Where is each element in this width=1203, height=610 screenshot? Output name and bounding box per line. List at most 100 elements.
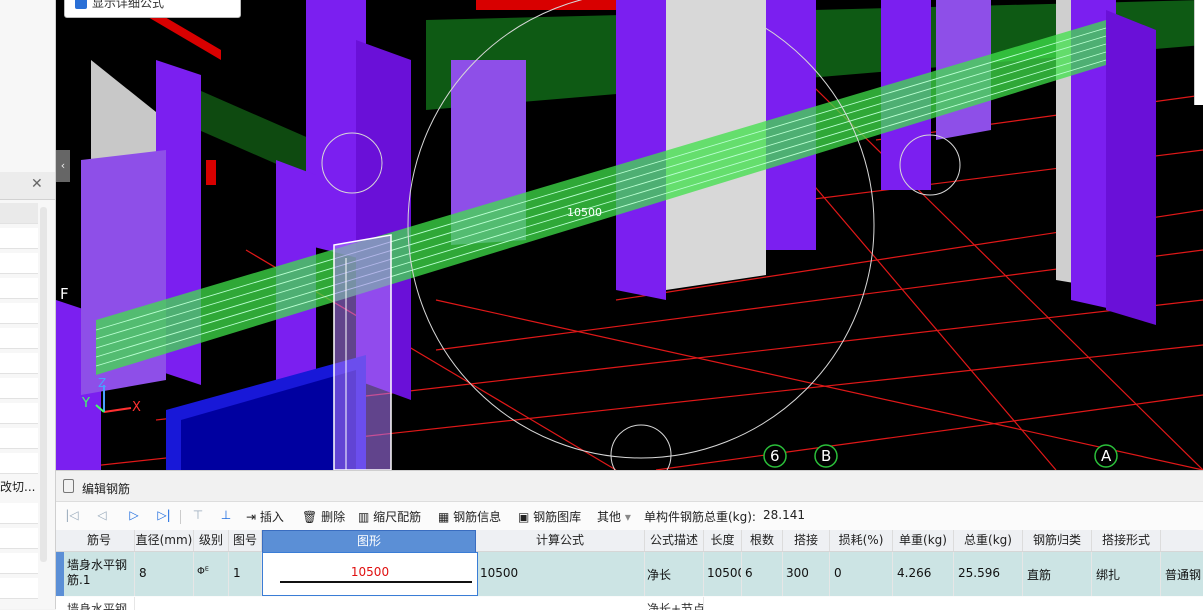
rebar-info-button[interactable]: ▦ 钢筋信息 (438, 508, 501, 525)
scrollbar[interactable] (40, 207, 47, 562)
left-side-panel: ✕ 改切... (0, 0, 56, 609)
col-bar-no[interactable]: 筋号 (64, 530, 135, 551)
list-item[interactable] (0, 253, 38, 274)
rebar-editor-panel: 编辑钢筋 |◁ ◁ ▷ ▷| ⊤ ⊥ ⇥ 插入 🗑 删除 ▥ 缩尺配筋 ▦ 钢筋… (56, 470, 1203, 610)
total-weight-label: 单构件钢筋总重(kg): (644, 510, 756, 524)
cell-lap[interactable]: 300 (783, 552, 830, 596)
next-record-icon[interactable]: ▷ (126, 507, 142, 523)
grid-label-b: B (821, 447, 832, 465)
cell-bar-no[interactable]: 墙身水平钢筋.1 (64, 552, 135, 596)
cell-description[interactable]: 净长 (645, 552, 704, 596)
cell-figure-no-text: 1 (233, 566, 241, 580)
col-lap[interactable]: 搭接 (783, 530, 830, 551)
other-dropdown[interactable]: 其他 ▾ (597, 508, 631, 525)
col-diameter[interactable]: 直径(mm) (135, 530, 194, 551)
col-figure-no[interactable]: 图号 (229, 530, 262, 551)
last-record-icon[interactable]: ▷| (156, 507, 172, 523)
dimension-label: 10500 (567, 206, 602, 219)
grid-label-f: F (60, 285, 69, 303)
cell-bar-no-text: 墙身水平钢筋.1 (67, 558, 128, 587)
col-formula[interactable]: 计算公式 (476, 530, 645, 551)
cell-extra[interactable]: 普通钢 (1161, 552, 1203, 596)
table-row[interactable]: 墙身水平钢筋.1 8 Φᴱ 1 10500 10500 净长 10500 6 3… (56, 552, 1203, 596)
3d-viewport[interactable]: 10500 显示详细公式 ‹ X Y Z 6 B A F (56, 0, 1203, 470)
list-item[interactable] (0, 453, 38, 474)
rebar-table: 筋号 直径(mm) 级别 图号 图形 计算公式 公式描述 长度 根数 搭接 损耗… (56, 530, 1203, 610)
cell-grade[interactable]: Φᴱ (194, 552, 229, 596)
lock-icon[interactable] (63, 479, 74, 493)
cell-formula-text: 10500 (480, 566, 519, 580)
col-loss[interactable]: 损耗(%) (830, 530, 893, 551)
chevron-down-icon: ▾ (624, 510, 631, 524)
col-grade[interactable]: 级别 (194, 530, 229, 551)
col-count[interactable]: 根数 (742, 530, 783, 551)
cell-bar-no[interactable]: 墙身水平钢 (64, 597, 135, 610)
scale-rebar-button[interactable]: ▥ 缩尺配筋 (358, 508, 421, 525)
list-item[interactable] (0, 428, 38, 449)
cell-unit-weight[interactable]: 4.266 (893, 552, 954, 596)
show-formula-checkbox[interactable] (75, 0, 87, 9)
grid-label-a: A (1101, 447, 1112, 465)
col-total-weight[interactable]: 总重(kg) (954, 530, 1023, 551)
cell-diameter[interactable]: 8 (135, 552, 194, 596)
list-item[interactable] (0, 228, 38, 249)
list-item[interactable] (0, 353, 38, 374)
cell-length-text: 10500 (707, 566, 742, 580)
list-item[interactable] (0, 553, 38, 574)
table-row[interactable]: 墙身水平钢 净长+节点 (56, 597, 1203, 610)
list-item[interactable] (0, 203, 38, 224)
cell-shape[interactable]: 10500 (262, 552, 478, 596)
cell-description[interactable]: 净长+节点 (645, 597, 704, 610)
list-item[interactable] (0, 303, 38, 324)
cell-category[interactable]: 直筋 (1023, 552, 1092, 596)
cell-loss[interactable]: 0 (830, 552, 893, 596)
close-icon[interactable]: ✕ (31, 176, 43, 192)
delete-label: 删除 (321, 510, 346, 524)
col-category[interactable]: 钢筋归类 (1023, 530, 1092, 551)
rebar-info-label: 钢筋信息 (453, 510, 502, 524)
formula-popup: 显示详细公式 (64, 0, 241, 18)
col-unit-weight[interactable]: 单重(kg) (893, 530, 954, 551)
cell-total-weight[interactable]: 25.596 (954, 552, 1023, 596)
left-panel-header: ✕ (0, 172, 55, 200)
insert-button[interactable]: ⇥ 插入 (246, 508, 284, 525)
list-item[interactable] (0, 528, 38, 549)
cell-count[interactable]: 6 (742, 552, 783, 596)
cell-length[interactable]: 10500 (704, 552, 742, 596)
editor-title-bar: 编辑钢筋 (56, 471, 1203, 502)
col-length[interactable]: 长度 (704, 530, 742, 551)
image-icon: ▣ (518, 510, 530, 524)
cell-lap-type[interactable]: 绑扎 (1092, 552, 1161, 596)
cell-count-text: 6 (745, 566, 753, 580)
cell-formula[interactable]: 10500 (476, 552, 645, 596)
move-up-icon[interactable]: ⊤ (190, 507, 206, 523)
col-shape[interactable]: 图形 (262, 530, 476, 553)
cell-figure-no[interactable]: 1 (229, 552, 262, 596)
grid-label-6: 6 (770, 447, 780, 465)
trash-icon: 🗑 (302, 510, 318, 524)
first-record-icon[interactable]: |◁ (64, 507, 80, 523)
list-item[interactable] (0, 403, 38, 424)
left-panel-item-text[interactable]: 改切... (0, 478, 35, 495)
rebar-library-label: 钢筋图库 (533, 510, 582, 524)
move-down-icon[interactable]: ⊥ (218, 507, 234, 523)
rebar-library-button[interactable]: ▣ 钢筋图库 (518, 508, 581, 525)
col-description[interactable]: 公式描述 (645, 530, 704, 551)
row-selector[interactable] (56, 552, 64, 596)
list-item[interactable] (0, 378, 38, 399)
list-item[interactable] (0, 328, 38, 349)
scale-rebar-label: 缩尺配筋 (373, 510, 422, 524)
prev-record-icon[interactable]: ◁ (94, 507, 110, 523)
collapse-arrow-icon[interactable]: ‹ (56, 150, 70, 182)
cell-lap-text: 300 (786, 566, 809, 580)
col-lap-type[interactable]: 搭接形式 (1092, 530, 1161, 551)
list-item[interactable] (0, 278, 38, 299)
delete-button[interactable]: 🗑 删除 (302, 508, 345, 525)
cell-description-text: 净长 (647, 568, 672, 582)
editor-title: 编辑钢筋 (82, 482, 131, 496)
list-item[interactable] (0, 503, 38, 524)
axis-z-label: Z (98, 376, 107, 390)
right-toolbar-strip (1194, 0, 1203, 105)
cell-diameter-text: 8 (139, 566, 147, 580)
list-item[interactable] (0, 578, 38, 599)
